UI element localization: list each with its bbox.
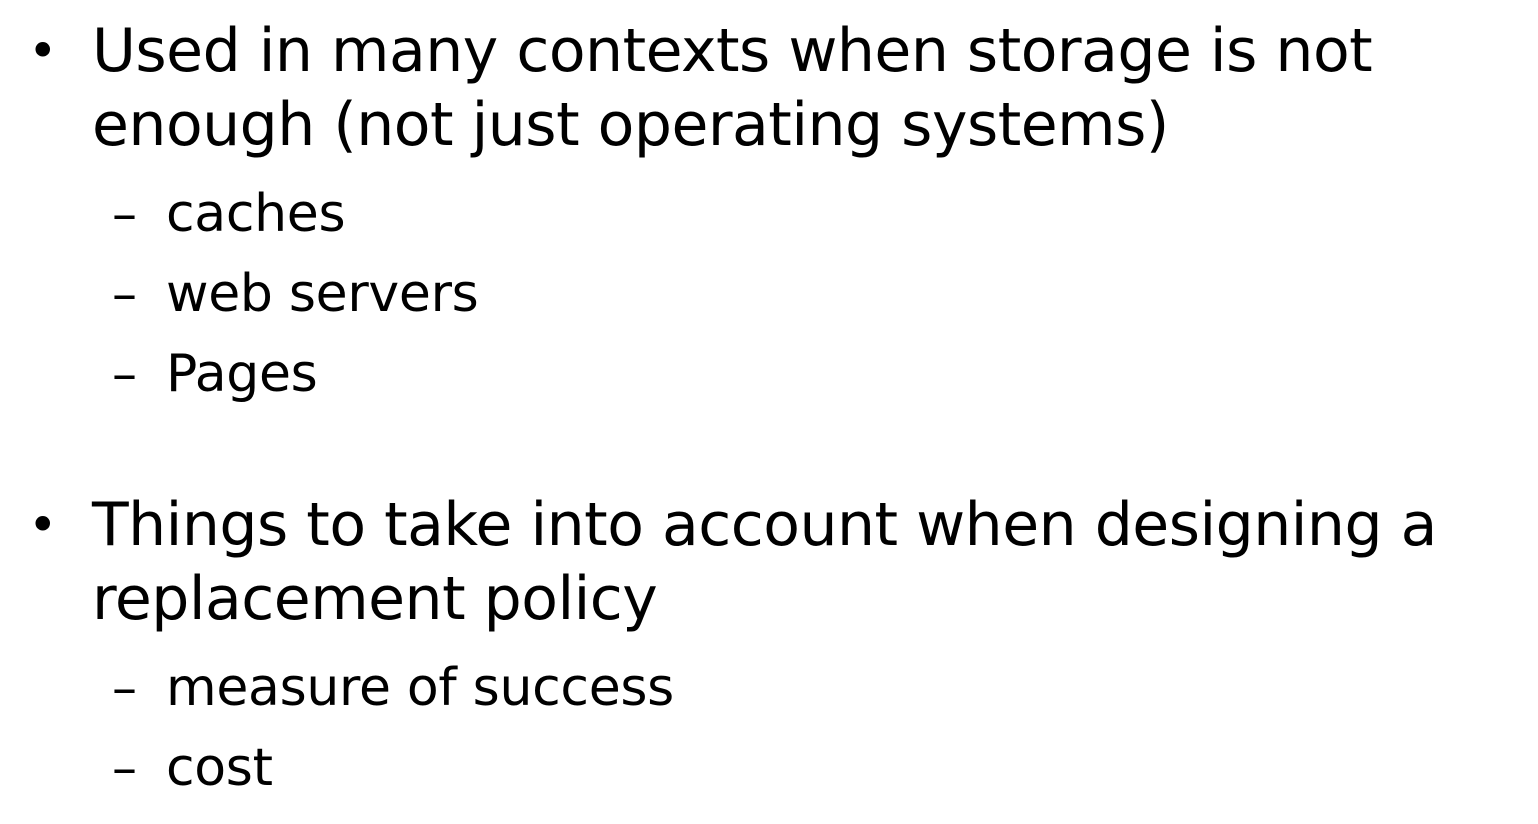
sub-dash: – — [112, 185, 137, 243]
sub-item-cost: – cost — [0, 738, 1538, 818]
sub-dash: – — [112, 659, 137, 717]
sub-dash: – — [112, 345, 137, 403]
sub-item-caches: – caches — [0, 184, 1538, 264]
sub-item-measure-of-success: – measure of success — [0, 658, 1538, 738]
bullet-marker: • — [28, 496, 58, 554]
sub-item-pages: – Pages — [0, 344, 1538, 424]
slide: • Used in many contexts when storage is … — [0, 0, 1538, 824]
sub-dash: – — [112, 265, 137, 323]
sub-text: caches — [166, 184, 346, 244]
bullet-text: Used in many contexts when storage is no… — [92, 16, 1373, 160]
sub-text: web servers — [166, 264, 479, 324]
bullet-text: Things to take into account when designi… — [92, 490, 1437, 634]
sub-text: cost — [166, 738, 273, 798]
sub-text: measure of success — [166, 658, 674, 718]
bullet-marker: • — [28, 22, 58, 80]
sub-item-web-servers: – web servers — [0, 264, 1538, 344]
sub-dash: – — [112, 739, 137, 797]
sub-text: Pages — [166, 344, 318, 404]
